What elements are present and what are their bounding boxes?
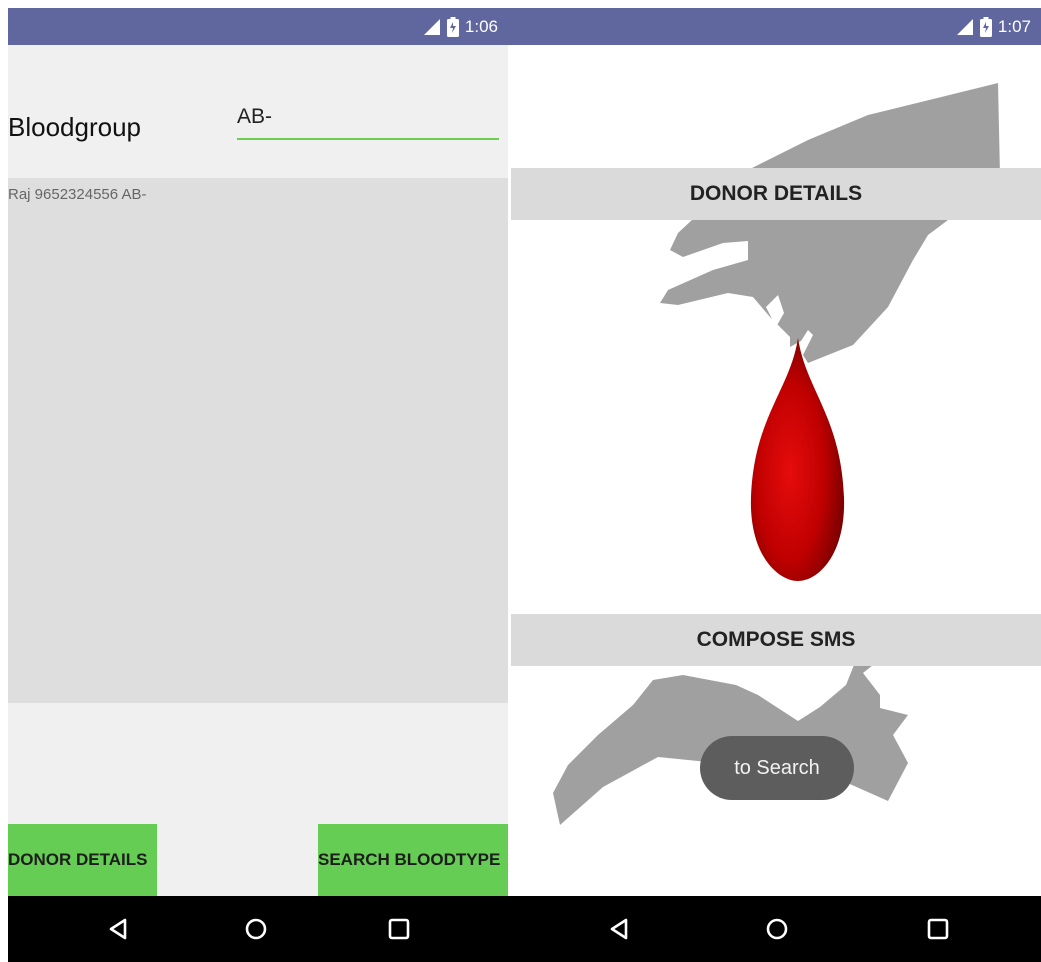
battery-icon: [979, 17, 992, 37]
toast-message: to Search: [700, 736, 854, 800]
battery-icon: [446, 17, 459, 37]
upper-hand-shape: [660, 83, 1000, 363]
status-bar: 1:06: [8, 8, 508, 45]
home-screen: 1:07 DONOR DETAILS COMPOSE SMS to Search: [508, 8, 1041, 962]
navigation-bar: [8, 896, 508, 962]
home-icon[interactable]: [762, 914, 792, 944]
status-bar: 1:07: [508, 8, 1041, 45]
list-item[interactable]: Raj 9652324556 AB-: [8, 186, 146, 203]
donor-search-screen: 1:06 Bloodgroup Raj 9652324556 AB- DONOR…: [8, 8, 508, 962]
back-icon[interactable]: [604, 914, 634, 944]
bloodgroup-label: Bloodgroup: [8, 112, 141, 142]
bloodgroup-input[interactable]: [237, 100, 499, 140]
compose-sms-button[interactable]: COMPOSE SMS: [511, 614, 1041, 666]
donor-details-button[interactable]: DONOR DETAILS: [511, 168, 1041, 220]
status-time: 1:07: [997, 17, 1031, 36]
status-time: 1:06: [464, 17, 498, 36]
home-icon[interactable]: [241, 914, 271, 944]
status-icons: 1:07: [956, 16, 1031, 38]
blood-drop-shape: [750, 338, 845, 581]
search-bloodtype-button[interactable]: SEARCH BLOODTYPE: [318, 824, 508, 896]
donor-results-list: Raj 9652324556 AB-: [8, 178, 508, 703]
navigation-bar: [508, 896, 1041, 962]
back-icon[interactable]: [103, 914, 133, 944]
donor-details-button[interactable]: DONOR DETAILS: [8, 824, 157, 896]
recents-icon[interactable]: [384, 914, 414, 944]
signal-icon: [423, 18, 441, 36]
recents-icon[interactable]: [923, 914, 953, 944]
signal-icon: [956, 18, 974, 36]
status-icons: 1:06: [423, 16, 498, 38]
